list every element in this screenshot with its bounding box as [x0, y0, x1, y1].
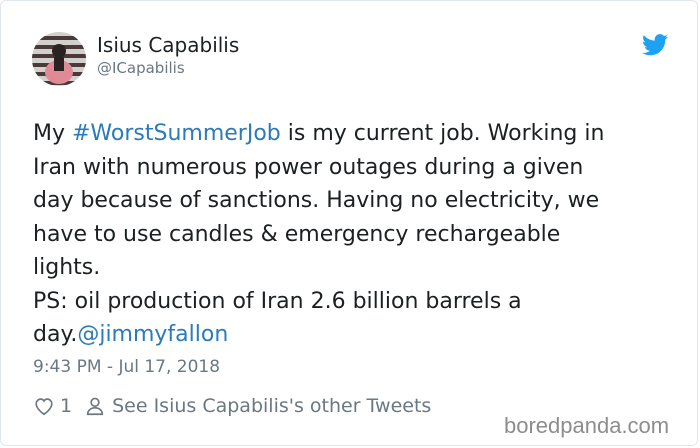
- person-icon: [86, 397, 104, 416]
- tweet-line: My #WorstSummerJob is my current job. Wo…: [33, 117, 673, 151]
- twitter-bird-icon[interactable]: [642, 34, 668, 56]
- tweet-text: My #WorstSummerJob is my current job. Wo…: [33, 117, 673, 352]
- tweet-actions: 1 See Isius Capabilis's other Tweets: [33, 392, 431, 420]
- other-tweets-link[interactable]: See Isius Capabilis's other Tweets: [112, 395, 431, 417]
- heart-icon[interactable]: [33, 395, 55, 417]
- tweet-timestamp[interactable]: 9:43 PM - Jul 17, 2018: [33, 357, 220, 377]
- tweet-line: PS: oil production of Iran 2.6 billion b…: [33, 288, 522, 314]
- tweet-line: day because of sanctions. Having no elec…: [33, 188, 600, 213]
- tweet-text-segment: is my current job. Working in: [280, 121, 605, 146]
- tweet-line: Iran with numerous power outages during …: [33, 154, 584, 180]
- avatar[interactable]: [32, 32, 86, 86]
- avatar-image: [32, 32, 86, 86]
- author-handle[interactable]: @ICapabilis: [97, 59, 185, 77]
- hashtag-link[interactable]: #WorstSummerJob: [72, 121, 281, 146]
- watermark: boredpanda.com: [504, 413, 670, 438]
- tweet-text-segment: My: [33, 121, 72, 146]
- tweet-line: day.@jimmyfallon: [33, 318, 673, 352]
- tweet-line: lights.: [33, 255, 101, 280]
- mention-link[interactable]: @jimmyfallon: [77, 322, 228, 347]
- tweet-text-segment: day.: [33, 322, 78, 347]
- like-count[interactable]: 1: [60, 395, 72, 417]
- author-name[interactable]: Isius Capabilis: [97, 33, 239, 57]
- tweet-line: have to use candles & emergency recharge…: [33, 221, 561, 247]
